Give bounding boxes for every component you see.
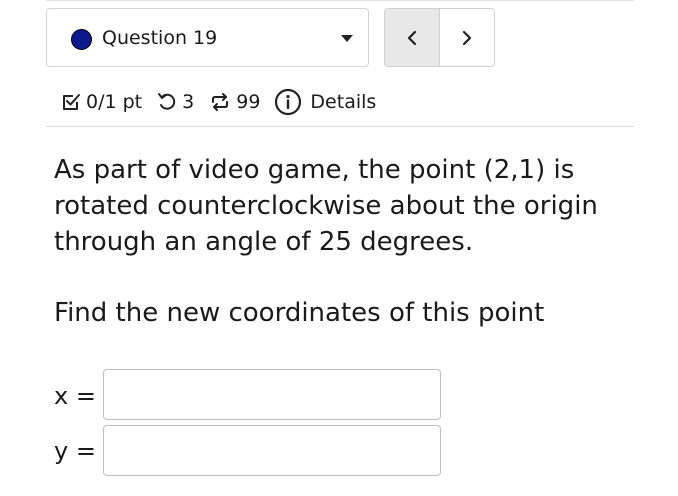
x-answer-label: x =	[54, 382, 96, 410]
undo-icon	[158, 93, 176, 110]
chevron-down-icon	[341, 35, 353, 42]
chevron-left-icon	[407, 30, 417, 45]
question-pager	[384, 8, 495, 67]
retries-text: 99	[236, 91, 261, 113]
header-divider	[46, 126, 634, 127]
question-text: As part of video game, the point (2,1) i…	[54, 155, 598, 257]
question-status-dot	[71, 29, 92, 50]
repeat-icon	[212, 93, 229, 111]
checkbox-icon	[63, 94, 80, 110]
score-text: 0/1 pt	[86, 91, 143, 113]
score-indicator: 0/1 pt	[60, 91, 142, 113]
y-answer-label: y =	[54, 437, 96, 465]
details-button[interactable]: Details	[274, 88, 376, 116]
previous-question-button[interactable]	[385, 9, 440, 66]
details-label: Details	[310, 91, 377, 113]
question-meta-bar: 0/1 pt 3 99 Details	[60, 87, 376, 117]
question-dropdown-label: Question 19	[102, 27, 218, 49]
question-prompt: Find the new coordinates of this point	[54, 298, 545, 328]
x-answer-input[interactable]	[103, 369, 441, 420]
attempts-text: 3	[182, 91, 195, 113]
chevron-right-icon	[462, 30, 472, 45]
info-icon	[275, 88, 302, 116]
attempts-indicator: 3	[156, 91, 194, 113]
next-question-button[interactable]	[440, 9, 494, 66]
retries-indicator: 99	[208, 91, 260, 113]
y-answer-input[interactable]	[103, 425, 441, 476]
question-dropdown[interactable]: Question 19	[46, 8, 369, 67]
top-divider	[46, 0, 634, 1]
